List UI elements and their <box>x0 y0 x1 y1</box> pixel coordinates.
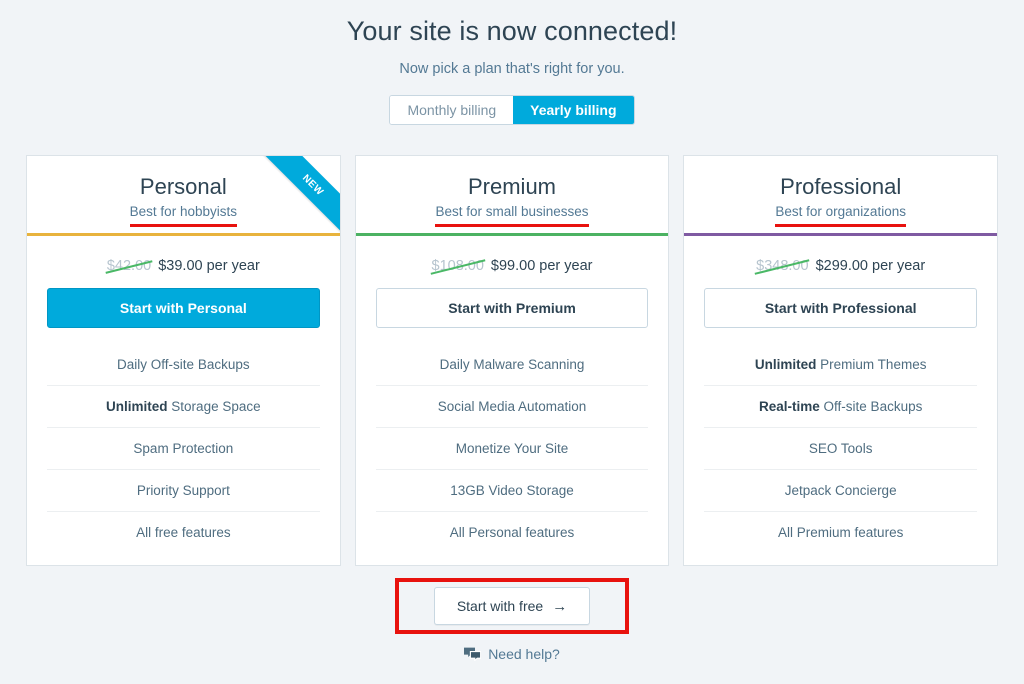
plan-feature: SEO Tools <box>704 427 978 469</box>
feature-emphasis: Unlimited <box>106 399 168 415</box>
plan-tagline-wrap: Best for organizations <box>775 204 906 228</box>
feature-text: All free features <box>136 525 231 541</box>
start-with-free-label: Start with free <box>456 598 544 614</box>
feature-text: Priority Support <box>136 483 230 499</box>
chat-bubbles-icon <box>464 647 482 662</box>
plan-price-original-wrap: $108.00 <box>430 258 486 276</box>
plan-card: Professional Best for organizations $348… <box>683 155 999 567</box>
plan-cta-button[interactable]: Start with Professional <box>704 288 978 329</box>
feature-text: All Personal features <box>449 525 575 541</box>
plan-feature: All Premium features <box>704 511 978 553</box>
plan-features: Daily Malware Scanning Social Media Auto… <box>356 344 669 565</box>
plan-feature: 13GB Video Storage <box>375 469 649 511</box>
feature-text: Social Media Automation <box>437 399 587 415</box>
plan-features: Daily Off-site Backups Unlimited Storage… <box>27 344 340 565</box>
start-with-free-button[interactable]: Start with free → <box>433 587 591 625</box>
page-subtitle: Now pick a plan that's right for you. <box>399 61 625 77</box>
plan-accent-rule <box>355 233 669 237</box>
plan-feature: Real-time Off-site Backups <box>704 385 978 427</box>
feature-text: Daily Malware Scanning <box>439 357 585 373</box>
plan-feature: Priority Support <box>47 469 320 511</box>
plan-tagline: Best for organizations <box>775 204 906 220</box>
plan-price-current: $99.00 per year <box>490 258 593 275</box>
plan-feature: Spam Protection <box>47 427 320 469</box>
plan-cta-wrap: Start with Premium <box>356 288 669 344</box>
plan-name: Premium <box>468 174 557 199</box>
plan-tagline-wrap: Best for small businesses <box>435 204 589 228</box>
plan-feature: Daily Off-site Backups <box>47 344 320 385</box>
plan-price-current: $299.00 per year <box>815 258 926 275</box>
plan-price-row: $348.00 $299.00 per year <box>684 236 997 288</box>
plan-price-original-wrap: $42.00 <box>105 258 153 274</box>
feature-text: Storage Space <box>167 399 261 415</box>
plan-header: NEW Personal Best for hobbyists <box>27 156 340 237</box>
feature-text: 13GB Video Storage <box>450 483 574 499</box>
need-help-label: Need help? <box>488 646 560 662</box>
tagline-underline-annotation <box>435 224 589 228</box>
feature-text: Spam Protection <box>133 441 234 457</box>
plan-tagline: Best for small businesses <box>435 204 589 220</box>
feature-text: SEO Tools <box>808 441 873 457</box>
plan-tagline-wrap: Best for hobbyists <box>129 204 237 228</box>
ribbon-tail-right <box>331 212 340 221</box>
plan-feature: All free features <box>47 511 320 553</box>
plan-price-row: $42.00 $39.00 per year <box>27 236 340 288</box>
plan-price-current: $39.00 per year <box>158 258 260 275</box>
plan-name: Personal <box>139 174 227 199</box>
feature-text: Off-site Backups <box>819 399 923 415</box>
plan-list: NEW Personal Best for hobbyists $42.00 $… <box>26 155 999 567</box>
start-with-free-highlight: Start with free → <box>394 578 630 634</box>
plan-feature: Daily Malware Scanning <box>376 344 649 385</box>
feature-text: All Premium features <box>778 525 904 541</box>
feature-emphasis: Real-time <box>759 399 820 415</box>
plan-feature: Unlimited Storage Space <box>47 385 320 427</box>
plan-feature: Jetpack Concierge <box>704 469 978 511</box>
page-header: Your site is now connected! Now pick a p… <box>0 0 1024 125</box>
plan-header: Professional Best for organizations <box>684 156 998 237</box>
feature-text: Monetize Your Site <box>455 441 569 457</box>
plan-feature: Unlimited Premium Themes <box>704 344 977 385</box>
pricing-page: Your site is now connected! Now pick a p… <box>0 0 1024 684</box>
plan-header: Premium Best for small businesses <box>355 156 669 237</box>
plan-cta-button[interactable]: Start with Premium <box>375 288 649 329</box>
plan-feature: All Personal features <box>375 511 649 553</box>
need-help-link[interactable]: Need help? <box>464 646 560 662</box>
tagline-underline-annotation <box>129 224 237 228</box>
plan-name: Professional <box>780 174 902 199</box>
page-title: Your site is now connected! <box>346 16 678 46</box>
billing-option-monthly[interactable]: Monthly billing <box>390 96 514 124</box>
arrow-right-icon: → <box>552 597 568 615</box>
plan-price-original-wrap: $348.00 <box>754 258 810 276</box>
feature-text: Jetpack Concierge <box>784 483 897 499</box>
plan-cta-button[interactable]: Start with Personal <box>47 288 320 329</box>
plan-cta-wrap: Start with Personal <box>27 288 340 344</box>
billing-option-yearly[interactable]: Yearly billing <box>513 96 634 124</box>
plan-feature: Social Media Automation <box>375 385 649 427</box>
billing-toggle[interactable]: Monthly billing Yearly billing <box>389 95 635 125</box>
plan-accent-rule <box>27 233 340 237</box>
plan-features: Unlimited Premium Themes Real-time Off-s… <box>684 344 997 565</box>
plan-cta-wrap: Start with Professional <box>684 288 997 344</box>
plan-tagline: Best for hobbyists <box>129 204 237 220</box>
plan-accent-rule <box>684 233 998 237</box>
tagline-underline-annotation <box>775 224 906 228</box>
plan-card: NEW Personal Best for hobbyists $42.00 $… <box>26 155 341 567</box>
feature-text: Premium Themes <box>816 357 927 373</box>
plan-card: Premium Best for small businesses $108.0… <box>354 155 670 567</box>
plan-price-row: $108.00 $99.00 per year <box>356 236 669 288</box>
ribbon-tail-left <box>273 156 283 165</box>
plan-feature: Monetize Your Site <box>375 427 649 469</box>
page-footer: Start with free → Need help? <box>0 578 1024 666</box>
feature-text: Daily Off-site Backups <box>117 357 250 373</box>
feature-emphasis: Unlimited <box>754 357 817 373</box>
